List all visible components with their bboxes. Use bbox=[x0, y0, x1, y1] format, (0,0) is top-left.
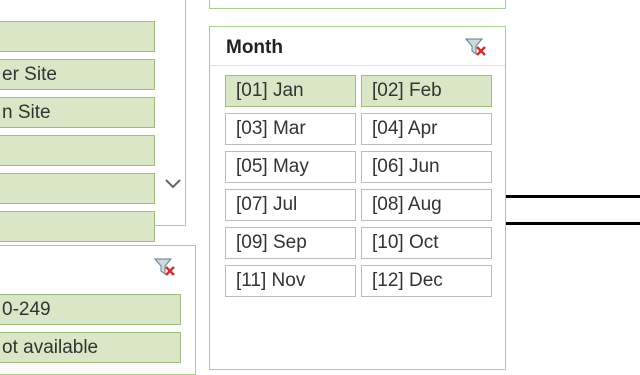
left-slicer-item[interactable] bbox=[0, 173, 155, 204]
background-line-lower bbox=[506, 222, 640, 225]
month-item-aug[interactable]: [08] Aug bbox=[361, 189, 492, 221]
upper-slicer-edge bbox=[209, 0, 506, 9]
month-slicer-separator bbox=[210, 65, 505, 66]
month-slicer-title: Month bbox=[226, 37, 283, 58]
month-item-jul[interactable]: [07] Jul bbox=[225, 189, 356, 221]
month-item-may[interactable]: [05] May bbox=[225, 151, 356, 183]
month-item-mar[interactable]: [03] Mar bbox=[225, 113, 356, 145]
month-item-jun[interactable]: [06] Jun bbox=[361, 151, 492, 183]
month-item-sep[interactable]: [09] Sep bbox=[225, 227, 356, 259]
month-item-jan[interactable]: [01] Jan bbox=[225, 75, 356, 107]
month-slicer: Month [01] Jan [02] Feb [03] Mar [04] Ap… bbox=[209, 26, 506, 370]
month-item-feb[interactable]: [02] Feb bbox=[361, 75, 492, 107]
left-slicer-bottom-item[interactable]: 0-249 bbox=[0, 294, 181, 325]
month-item-nov[interactable]: [11] Nov bbox=[225, 265, 356, 297]
month-item-oct[interactable]: [10] Oct bbox=[361, 227, 492, 259]
clear-filter-icon[interactable] bbox=[153, 256, 177, 278]
month-item-apr[interactable]: [04] Apr bbox=[361, 113, 492, 145]
month-item-dec[interactable]: [12] Dec bbox=[361, 265, 492, 297]
chevron-down-icon[interactable] bbox=[164, 177, 182, 191]
left-slicer-item[interactable] bbox=[0, 21, 155, 52]
left-slicer-item[interactable]: er Site bbox=[0, 59, 155, 90]
left-slicer-item[interactable]: n Site bbox=[0, 97, 155, 128]
background-line-upper bbox=[506, 195, 640, 198]
left-slicer-bottom-item[interactable]: ot available bbox=[0, 332, 181, 363]
left-slicer-top: er Site n Site bbox=[0, 0, 186, 242]
left-slicer-item[interactable] bbox=[0, 135, 155, 166]
clear-filter-icon[interactable] bbox=[464, 36, 488, 58]
left-slicer-item[interactable] bbox=[0, 211, 155, 242]
left-slicer-bottom: 0-249 ot available bbox=[0, 245, 196, 375]
